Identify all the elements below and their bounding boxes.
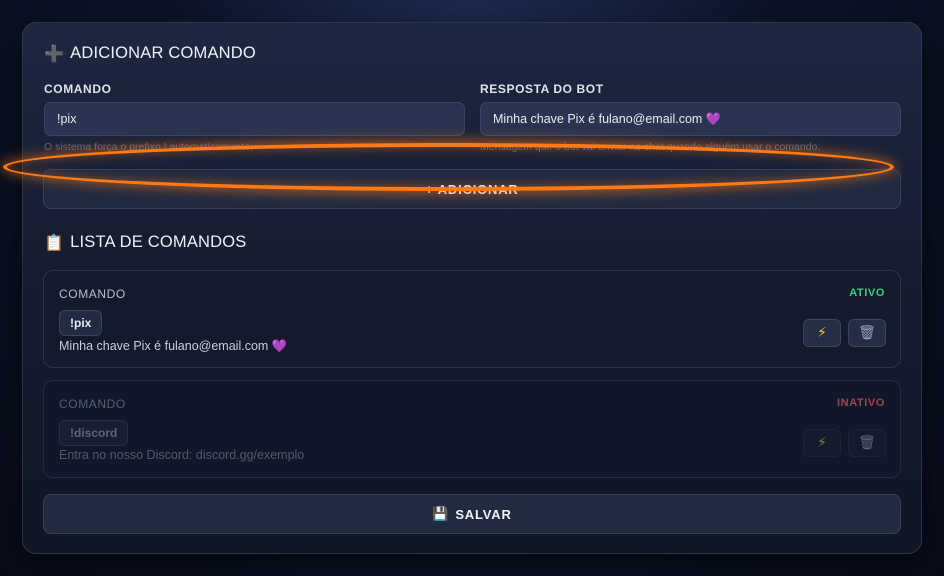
toggle-command-button[interactable]: ⚡ [803,319,841,347]
command-response-text: Minha chave Pix é fulano@email.com 💜 [59,338,287,354]
status-badge: ATIVO [849,287,885,299]
add-command-title: ➕ ADICIONAR COMANDO [44,44,256,63]
command-list-title: 📋 LISTA DE COMANDOS [44,233,247,252]
command-response-text: Entra no nosso Discord: discord.gg/exemp… [59,448,305,462]
status-badge: INATIVO [837,397,885,409]
command-card: COMANDO ATIVO !pix Minha chave Pix é ful… [43,270,901,368]
command-card: COMANDO INATIVO !discord Entra no nosso … [43,380,901,478]
trash-icon: 🗑 [858,325,876,341]
commands-panel: ➕ ADICIONAR COMANDO COMANDO O sistema fo… [22,22,922,554]
save-button-label: SALVAR [455,506,512,522]
command-name-chip: !discord [59,420,129,446]
response-field-label: RESPOSTA DO BOT [480,82,604,96]
response-input[interactable]: Minha chave Pix é fulano@email.com 💜 [480,102,901,136]
save-button[interactable]: 💾 SALVAR [43,494,901,534]
add-command-title-text: ADICIONAR COMANDO [70,44,256,62]
command-input[interactable] [44,102,465,136]
command-field-label: COMANDO [44,82,112,96]
delete-command-button[interactable]: 🗑 [848,429,886,457]
response-input-value: Minha chave Pix é fulano@email.com [493,112,703,126]
plus-square-icon: ➕ [44,44,65,63]
trash-icon: 🗑 [858,435,876,451]
floppy-disk-icon: 💾 [432,506,450,522]
command-response-value: Minha chave Pix é fulano@email.com [59,339,269,353]
purple-heart-icon: 💜 [705,111,722,126]
add-command-button-label: + ADICIONAR [425,181,519,197]
command-hint: O sistema força o prefixo ! automaticame… [44,141,253,153]
lightning-icon: ⚡ [817,435,827,451]
response-hint: Mensagem que o bot vai enviar no chat qu… [480,141,821,153]
toggle-command-button[interactable]: ⚡ [803,429,841,457]
purple-heart-icon: 💜 [271,338,288,353]
command-card-label: COMANDO [59,287,126,301]
command-list-title-text: LISTA DE COMANDOS [70,233,247,251]
command-name-chip: !pix [59,310,103,336]
lightning-icon: ⚡ [817,325,827,341]
clipboard-icon: 📋 [44,233,65,252]
delete-command-button[interactable]: 🗑 [848,319,886,347]
add-command-button[interactable]: + ADICIONAR [43,169,901,209]
command-card-label: COMANDO [59,397,126,411]
